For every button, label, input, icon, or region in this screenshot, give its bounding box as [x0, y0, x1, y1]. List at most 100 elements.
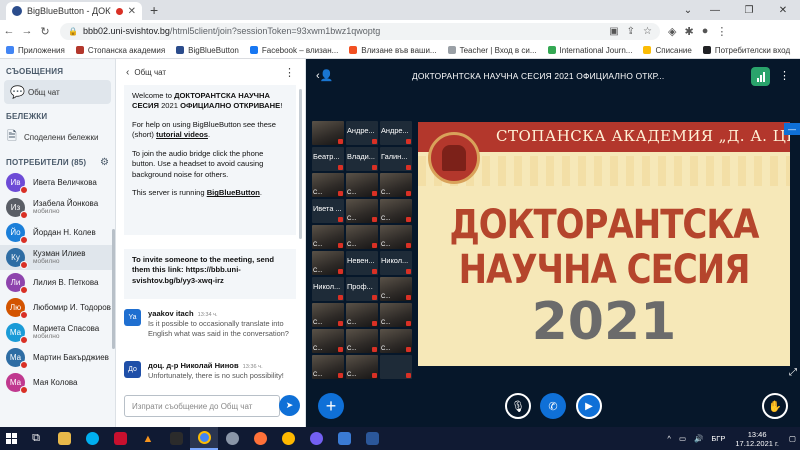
webcam-tile[interactable]: С...	[312, 251, 344, 275]
restore-window-button[interactable]: ❐	[732, 0, 766, 20]
lock-icon[interactable]: 🔒	[68, 27, 78, 36]
send-button[interactable]: ➤	[279, 395, 300, 416]
presentation-slide[interactable]: СТОПАНСКА АКАДЕМИЯ „Д. А. ЦЕНОВ“ ДОКТОРА…	[418, 122, 790, 366]
tab-search-icon[interactable]: ⌄	[678, 0, 698, 20]
connection-status-icon[interactable]	[751, 67, 770, 86]
user-list-item[interactable]: Йо Йордан Н. Колев	[0, 220, 115, 245]
profile-avatar[interactable]: ●	[702, 25, 709, 38]
webcam-tile[interactable]: С...	[312, 303, 344, 327]
webcam-tile[interactable]: Влади...	[346, 147, 378, 171]
mute-button[interactable]: 🎙	[505, 393, 531, 419]
bigbluebutton-link[interactable]: BigBlueButton	[207, 188, 260, 197]
bookmark-item[interactable]: BigBlueButton	[176, 46, 239, 55]
close-tab-icon[interactable]: ✕	[128, 6, 136, 17]
webcam-tile[interactable]: Галин...	[380, 147, 412, 171]
bookmark-item[interactable]: Стопанска академия	[75, 46, 165, 55]
user-list-scrollbar[interactable]	[112, 229, 115, 349]
user-list-item[interactable]: Ма Мариета Спасова мобилно	[0, 320, 115, 345]
user-list-item[interactable]: Ли Лилия В. Петкова	[0, 270, 115, 295]
media-icon[interactable]	[162, 427, 190, 450]
file-explorer-icon[interactable]	[50, 427, 78, 450]
webcam-tile[interactable]: Невен...	[346, 251, 378, 275]
webcam-tile[interactable]: С...	[312, 173, 344, 197]
user-list-item[interactable]: Лю Любомир И. Тодоров	[0, 295, 115, 320]
word-icon[interactable]	[358, 427, 386, 450]
webcam-tile[interactable]: С...	[380, 303, 412, 327]
chat-message-input[interactable]: Изпрати съобщение до Общ чат	[124, 395, 280, 417]
webcam-tile[interactable]: С...	[312, 225, 344, 249]
share-webcam-button[interactable]: ▶	[576, 393, 602, 419]
app-icon[interactable]	[330, 427, 358, 450]
camera-permission-icon[interactable]: ▣	[609, 26, 618, 37]
vlc-icon[interactable]: ▲	[134, 427, 162, 450]
share-icon[interactable]: ⇪	[627, 26, 635, 37]
bookmark-item[interactable]: Facebook – влизан...	[249, 46, 338, 55]
webcam-tile[interactable]: Андре...	[346, 121, 378, 145]
tray-overflow-icon[interactable]: ^	[663, 434, 675, 443]
webcam-tile[interactable]	[380, 355, 412, 379]
webcam-tile[interactable]: С...	[380, 277, 412, 301]
chat-scrollbar[interactable]	[299, 89, 302, 239]
network-icon[interactable]: ▭	[675, 434, 690, 443]
user-list-item[interactable]: Из Изабела Йонкова мобилно	[0, 195, 115, 220]
bookmark-item[interactable]: Приложения	[6, 46, 65, 55]
gear-icon[interactable]: ⚙	[100, 157, 109, 168]
notifications-icon[interactable]: ▢	[785, 434, 800, 443]
webcam-tile[interactable]: С...	[380, 199, 412, 223]
actions-button[interactable]: +	[318, 393, 344, 419]
taskbar-clock[interactable]: 13:46 17.12.2021 г.	[729, 430, 785, 448]
chevron-left-icon[interactable]: ‹	[126, 67, 129, 78]
forward-icon[interactable]: →	[18, 25, 36, 37]
webcam-tile[interactable]: С...	[380, 173, 412, 197]
webcam-tile[interactable]: Ивета ...	[312, 199, 344, 223]
options-menu-icon[interactable]: ⋮	[779, 69, 790, 82]
webcam-tile[interactable]: Проф...	[346, 277, 378, 301]
user-list-item[interactable]: Ма Мартин Бакърджиев	[0, 345, 115, 370]
webcam-tile[interactable]: С...	[346, 329, 378, 353]
raise-hand-button[interactable]: ✋	[762, 393, 788, 419]
browser-menu-icon[interactable]: ⋮	[716, 25, 727, 38]
language-flag-icon[interactable]	[106, 427, 134, 450]
webcam-tile[interactable]: С...	[380, 329, 412, 353]
language-indicator[interactable]: БГР	[707, 434, 729, 443]
webcam-tile[interactable]: Никол...	[312, 277, 344, 301]
app-icon[interactable]	[218, 427, 246, 450]
bookmark-item[interactable]: Потребителски вход	[702, 46, 790, 55]
webcam-tile[interactable]: С...	[346, 199, 378, 223]
reload-icon[interactable]: ↻	[36, 25, 54, 38]
bookmark-item[interactable]: Влизане във ваши...	[349, 46, 437, 55]
task-view-icon[interactable]: ⧉	[22, 427, 50, 450]
skype-icon[interactable]	[78, 427, 106, 450]
webcam-tile[interactable]: Беатр...	[312, 147, 344, 171]
webcam-tile[interactable]	[312, 121, 344, 145]
firefox-icon[interactable]	[246, 427, 274, 450]
extensions-puzzle-icon[interactable]: ✱	[684, 25, 693, 38]
webcam-tile[interactable]: Никол...	[380, 251, 412, 275]
chat-options-icon[interactable]: ⋮	[284, 66, 295, 79]
webcam-tile[interactable]: С...	[346, 303, 378, 327]
extension-icon[interactable]: ◈	[668, 25, 676, 38]
minimize-presentation-button[interactable]: —	[784, 123, 800, 135]
leave-audio-button[interactable]: ✆	[540, 393, 566, 419]
app-icon[interactable]	[274, 427, 302, 450]
bookmark-item[interactable]: International Journ...	[547, 46, 632, 55]
toggle-user-list-icon[interactable]: ‹👤	[316, 69, 333, 82]
webcam-tile[interactable]: С...	[312, 329, 344, 353]
shared-notes-item[interactable]: 🗎 Споделени бележки	[0, 125, 115, 149]
url-field[interactable]: 🔒 bbb02.uni-svishtov.bg /html5client/joi…	[60, 22, 660, 40]
chrome-icon[interactable]	[190, 427, 218, 450]
public-chat-item[interactable]: 💬 Общ чат	[4, 80, 111, 104]
webcam-tile[interactable]: С...	[346, 355, 378, 379]
volume-icon[interactable]: 🔊	[690, 434, 707, 443]
browser-tab[interactable]: BigBlueButton - ДОКТОРАНТ ✕	[6, 2, 142, 20]
webcam-tile[interactable]: С...	[346, 225, 378, 249]
webcam-tile[interactable]: Андре...	[380, 121, 412, 145]
bookmark-star-icon[interactable]: ☆	[643, 26, 652, 37]
webcam-tile[interactable]: С...	[346, 173, 378, 197]
bookmark-item[interactable]: Teacher | Вход в си...	[447, 46, 537, 55]
user-list-item[interactable]: Ма Мая Колова	[0, 370, 115, 395]
chat-title[interactable]: Общ чат	[134, 68, 166, 77]
new-tab-button[interactable]: +	[150, 2, 158, 18]
user-list-item[interactable]: Ив Ивета Величкова	[0, 170, 115, 195]
close-window-button[interactable]: ✕	[766, 0, 800, 20]
